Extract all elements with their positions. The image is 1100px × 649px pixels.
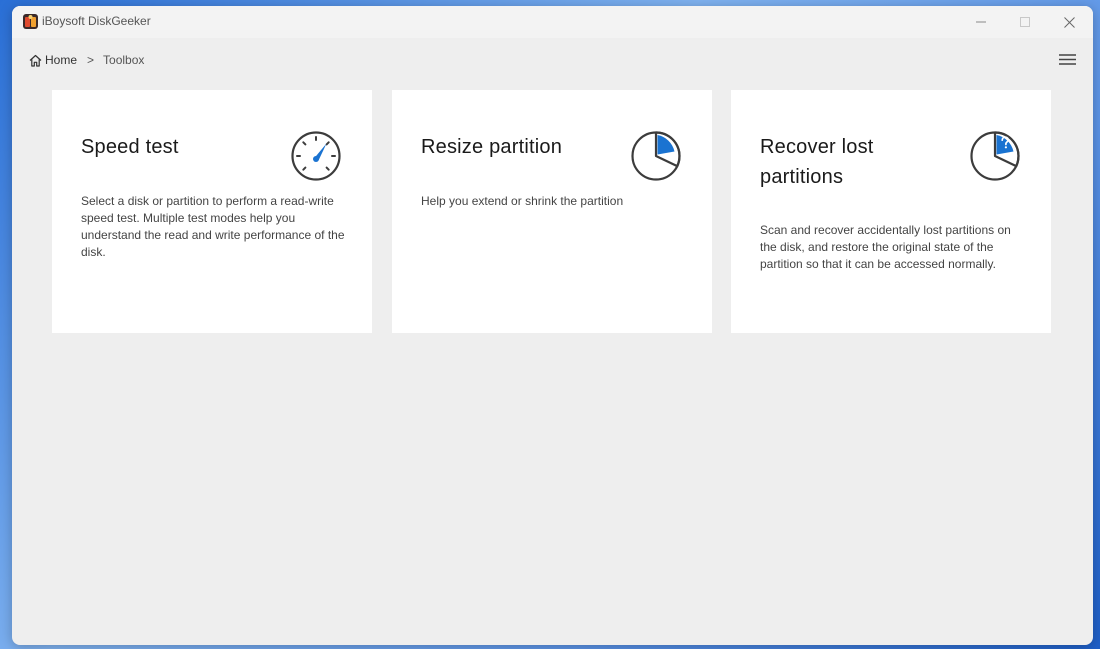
breadcrumb-home-link[interactable]: Home <box>45 53 77 67</box>
card-description: Help you extend or shrink the partition <box>421 194 624 208</box>
close-button[interactable] <box>1046 6 1092 38</box>
minimize-button[interactable] <box>958 6 1004 38</box>
maximize-button[interactable] <box>1002 6 1048 38</box>
close-icon <box>1063 16 1075 28</box>
card-title: Recover lost partitions <box>760 136 874 188</box>
pie-chart-question-icon <box>970 131 1020 181</box>
speedometer-icon <box>291 131 341 181</box>
title-bar: iBoysoft DiskGeeker <box>12 6 1093 38</box>
breadcrumb-separator: > <box>87 53 95 67</box>
card-recover-lost-partitions[interactable]: Recover lost partitions Scan and recover… <box>731 90 1051 333</box>
card-description: Select a disk or partition to perform a … <box>81 194 345 259</box>
breadcrumb: Home > Toolbox <box>29 52 144 68</box>
app-window: iBoysoft DiskGeeker Home > Toolbox Speed… <box>12 6 1093 645</box>
card-title: Speed test <box>81 136 179 158</box>
pie-chart-icon <box>631 131 681 181</box>
home-icon[interactable] <box>29 54 42 67</box>
hamburger-menu-icon[interactable] <box>1059 53 1076 66</box>
app-logo-icon <box>23 14 38 29</box>
card-description: Scan and recover accidentally lost parti… <box>760 223 1011 271</box>
minimize-icon <box>976 21 986 23</box>
maximize-icon <box>1020 17 1030 27</box>
breadcrumb-current: Toolbox <box>103 53 145 67</box>
app-title: iBoysoft DiskGeeker <box>42 14 151 28</box>
card-resize-partition[interactable]: Resize partition Help you extend or shri… <box>392 90 712 333</box>
card-speed-test[interactable]: Speed test Select a disk or partition to… <box>52 90 372 333</box>
card-title: Resize partition <box>421 136 563 158</box>
